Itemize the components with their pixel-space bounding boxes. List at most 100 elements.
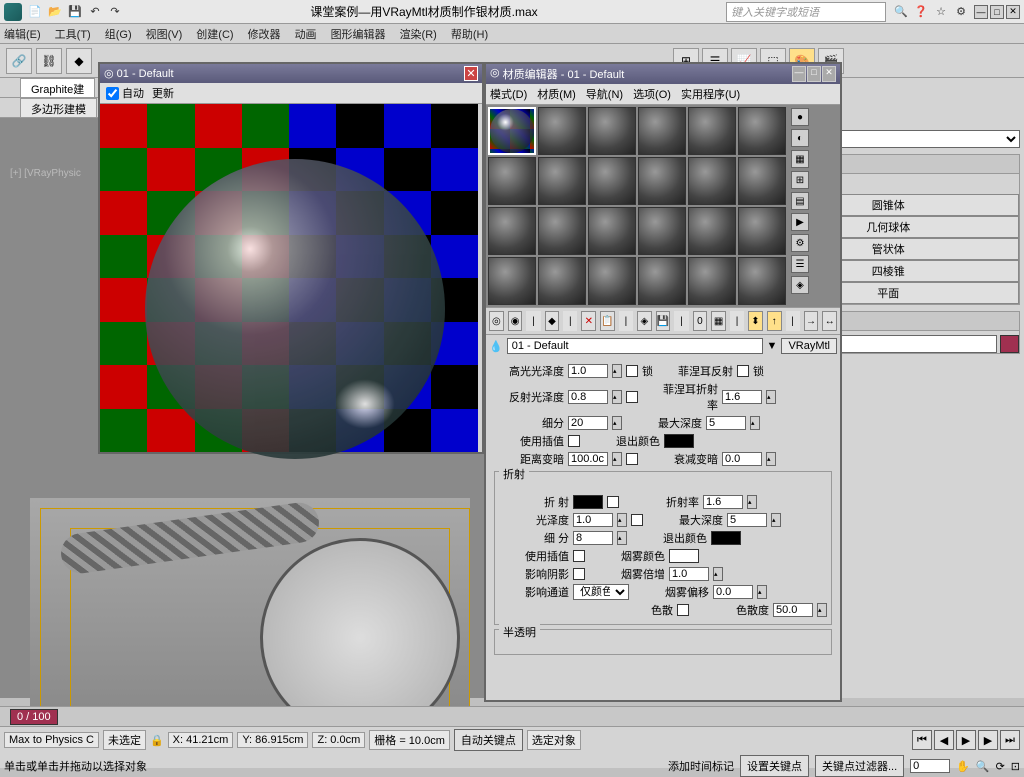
slot-17[interactable]	[688, 207, 736, 255]
tab-polymodel[interactable]: 多边形建模	[20, 98, 97, 117]
slot-2[interactable]	[538, 107, 586, 155]
gear-icon[interactable]: ⚙	[954, 5, 968, 19]
orbit-icon[interactable]: ⟳	[996, 760, 1005, 773]
make-unique-icon[interactable]: ◈	[637, 311, 652, 331]
go-sibling-icon[interactable]: ↔	[822, 311, 837, 331]
show-end-result-icon[interactable]: ⬍	[748, 311, 763, 331]
minimize-button[interactable]: —	[974, 5, 988, 19]
me-min-button[interactable]: —	[792, 66, 806, 82]
menu-render[interactable]: 渲染(R)	[400, 26, 437, 42]
timeline[interactable]: 0 / 100	[0, 706, 1024, 726]
play-icon[interactable]: ▶	[956, 730, 976, 750]
menu-create[interactable]: 创建(C)	[196, 26, 233, 42]
goto-end-icon[interactable]: ⏭	[1000, 730, 1020, 750]
make-copy-icon[interactable]: 📋	[600, 311, 615, 331]
slot-23[interactable]	[688, 257, 736, 305]
me-max-button[interactable]: □	[807, 66, 821, 82]
preview-close-button[interactable]: ✕	[464, 66, 478, 81]
slot-18[interactable]	[738, 207, 786, 255]
eyedropper-icon[interactable]: 💧	[489, 340, 503, 353]
fresior-spinner[interactable]	[722, 390, 762, 404]
update-button[interactable]: 更新	[152, 85, 174, 101]
hilight-lock[interactable]	[626, 365, 638, 377]
unlink-icon[interactable]: ⛓	[36, 48, 62, 74]
subdiv-spinner[interactable]	[568, 416, 608, 430]
coord-z[interactable]: Z: 0.0cm	[312, 732, 365, 748]
slot-22[interactable]	[638, 257, 686, 305]
frame-spinner[interactable]	[910, 759, 950, 773]
keyfilter-button[interactable]: 关键点过滤器...	[815, 755, 904, 777]
material-map-icon[interactable]: ◈	[791, 276, 809, 294]
slot-1[interactable]	[488, 107, 536, 155]
menu-modifiers[interactable]: 修改器	[248, 26, 281, 42]
tab-graphite[interactable]: Graphite建	[20, 78, 95, 97]
material-name-input[interactable]: 01 - Default	[507, 338, 763, 354]
slot-20[interactable]	[538, 257, 586, 305]
undo-icon[interactable]: ↶	[88, 5, 102, 19]
save-icon[interactable]: 💾	[68, 5, 82, 19]
go-forward-icon[interactable]: →	[804, 311, 819, 331]
put-to-scene-icon[interactable]: ◉	[508, 311, 523, 331]
select-by-mat-icon[interactable]: ☰	[791, 255, 809, 273]
fog-swatch[interactable]	[669, 549, 699, 563]
pan-icon[interactable]: ✋	[956, 760, 970, 773]
redo-icon[interactable]: ↷	[108, 5, 122, 19]
me-menu-navigate[interactable]: 导航(N)	[586, 86, 623, 102]
menu-help[interactable]: 帮助(H)	[451, 26, 488, 42]
fresnel-check[interactable]	[737, 365, 749, 377]
menu-group[interactable]: 组(G)	[105, 26, 132, 42]
slot-14[interactable]	[538, 207, 586, 255]
star-icon[interactable]: ☆	[934, 5, 948, 19]
slot-4[interactable]	[638, 107, 686, 155]
sample-uv-icon[interactable]: ⊞	[791, 171, 809, 189]
make-preview-icon[interactable]: ▶	[791, 213, 809, 231]
rgloss-spinner[interactable]	[573, 513, 613, 527]
slot-21[interactable]	[588, 257, 636, 305]
next-frame-icon[interactable]: ▶	[978, 730, 998, 750]
menu-tools[interactable]: 工具(T)	[55, 26, 91, 42]
material-type-button[interactable]: VRayMtl	[781, 338, 837, 354]
autokey-button[interactable]: 自动关键点	[454, 729, 523, 751]
prev-frame-icon[interactable]: ◀	[934, 730, 954, 750]
slot-15[interactable]	[588, 207, 636, 255]
get-material-icon[interactable]: ◎	[489, 311, 504, 331]
ior-spinner[interactable]	[703, 495, 743, 509]
show-map-icon[interactable]: ▦	[711, 311, 726, 331]
dimfall-spinner[interactable]	[722, 452, 762, 466]
sel-obj-dropdown[interactable]: 选定对象	[527, 730, 581, 750]
menu-view[interactable]: 视图(V)	[146, 26, 183, 42]
slot-12[interactable]	[738, 157, 786, 205]
me-menu-material[interactable]: 材质(M)	[537, 86, 576, 102]
me-menu-options[interactable]: 选项(O)	[633, 86, 671, 102]
binoculars-icon[interactable]: 🔍	[894, 5, 908, 19]
coord-y[interactable]: Y: 86.915cm	[237, 732, 308, 748]
menu-graph[interactable]: 图形编辑器	[331, 26, 386, 42]
background-icon[interactable]: ▦	[791, 150, 809, 168]
menu-edit[interactable]: 编辑(E)	[4, 26, 41, 42]
fogb-spinner[interactable]	[713, 585, 753, 599]
rmaxd-spinner[interactable]	[727, 513, 767, 527]
slot-3[interactable]	[588, 107, 636, 155]
object-color-swatch[interactable]	[1000, 335, 1019, 353]
fogm-spinner[interactable]	[669, 567, 709, 581]
coord-x[interactable]: X: 41.21cm	[168, 732, 234, 748]
link-icon[interactable]: 🔗	[6, 48, 32, 74]
search-input[interactable]: 键入关键字或短语	[726, 2, 886, 22]
assign-icon[interactable]: ◆	[545, 311, 560, 331]
rexit-swatch[interactable]	[711, 531, 741, 545]
slot-7[interactable]	[488, 157, 536, 205]
sample-type-icon[interactable]: ●	[791, 108, 809, 126]
backlight-icon[interactable]: ◐	[791, 129, 809, 147]
maxdepth-spinner[interactable]	[706, 416, 746, 430]
reflgloss-spinner[interactable]	[568, 390, 608, 404]
slot-24[interactable]	[738, 257, 786, 305]
channel-select[interactable]: 仅颜色	[573, 584, 629, 600]
dimdist-spinner[interactable]	[568, 452, 608, 466]
video-check-icon[interactable]: ▤	[791, 192, 809, 210]
options-icon[interactable]: ⚙	[791, 234, 809, 252]
slot-16[interactable]	[638, 207, 686, 255]
exit-color-swatch[interactable]	[664, 434, 694, 448]
slot-11[interactable]	[688, 157, 736, 205]
slot-19[interactable]	[488, 257, 536, 305]
new-icon[interactable]: 📄	[28, 5, 42, 19]
